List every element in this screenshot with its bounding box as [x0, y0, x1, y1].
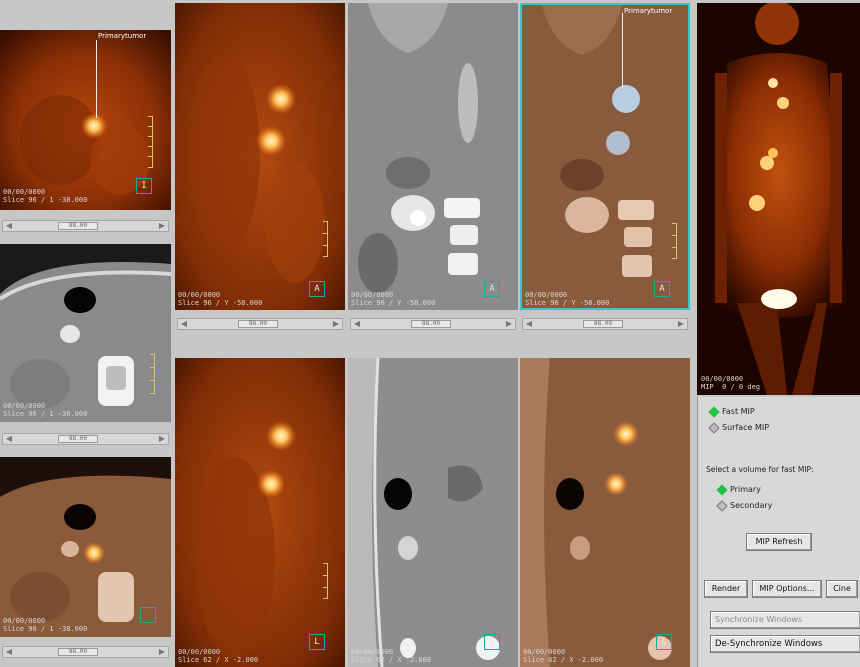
de-synchronize-windows-button[interactable]: De-Synchronize Windows: [710, 635, 860, 653]
scroll-right-icon[interactable]: ▶: [157, 648, 167, 656]
orientation-marker[interactable]: L: [309, 634, 325, 650]
scroll-thumb[interactable]: 88.00: [58, 648, 98, 656]
scroll-thumb[interactable]: 88.00: [58, 222, 98, 230]
orientation-marker[interactable]: A: [309, 281, 325, 297]
viewport-info: 00/00/0000 Slice 96 / 1 -38.000: [3, 188, 88, 204]
viewport-info: 00/00/0000 Slice 96 / Y -58.000: [178, 291, 263, 307]
scroll-thumb[interactable]: 88.00: [411, 320, 451, 328]
viewport-info: 00/00/0000 Slice 96 / Y -58.000: [351, 291, 436, 307]
radio-unselected-icon: [708, 421, 720, 434]
scroll-left-icon[interactable]: ◀: [352, 320, 362, 328]
select-volume-text: Select a volume for fast MIP:: [706, 465, 814, 474]
primary-radio[interactable]: Primary: [716, 483, 761, 496]
mip-options-button[interactable]: MIP Options...: [752, 580, 822, 598]
mip-control-panel: Fast MIP Surface MIP Select a volume for…: [697, 397, 860, 667]
orientation-marker[interactable]: A: [654, 281, 670, 297]
sagittal-ct-viewport[interactable]: 00/00/0000 Slice 62 / X -2.000 L: [348, 358, 518, 667]
coronal-ct-slice-scrollbar[interactable]: ◀ 88.00 ▶: [350, 318, 516, 330]
secondary-radio[interactable]: Secondary: [716, 499, 773, 512]
orientation-marker[interactable]: L: [484, 634, 500, 650]
radio-selected-icon: [708, 405, 720, 418]
orientation-marker[interactable]: [140, 607, 156, 623]
scale-ruler: [146, 116, 153, 168]
synchronize-windows-button[interactable]: Synchronize Windows: [710, 611, 860, 629]
coronal-pet-slice-scrollbar[interactable]: ◀ 88.00 ▶: [177, 318, 343, 330]
coronal-fused-slice-scrollbar[interactable]: ◀ 88.00 ▶: [522, 318, 688, 330]
tumor-annotation-label: Primarytumor: [624, 7, 673, 15]
scroll-thumb[interactable]: 88.00: [238, 320, 278, 328]
tumor-annotation-label: Primarytumor: [98, 32, 147, 40]
surface-mip-label: Surface MIP: [722, 423, 770, 432]
axial-pet-viewport[interactable]: Primarytumor 00/00/0000 Slice 96 / 1 -38…: [0, 30, 171, 210]
scroll-left-icon[interactable]: ◀: [4, 435, 14, 443]
axial-pet-slice-scrollbar[interactable]: ◀ 88.00 ▶: [2, 220, 169, 232]
viewport-info: 00/00/0000 Slice 96 / 1 -38.000: [3, 617, 88, 633]
fast-mip-label: Fast MIP: [722, 407, 755, 416]
radio-unselected-icon: [716, 499, 728, 512]
viewport-info: 00/00/0000 MIP 0 / 0 deg: [701, 375, 761, 391]
sagittal-fused-viewport[interactable]: 00/00/0000 Slice 62 / X -2.000 L: [520, 358, 690, 667]
coronal-pet-viewport[interactable]: 00/00/0000 Slice 96 / Y -58.000 A: [175, 3, 345, 310]
scroll-left-icon[interactable]: ◀: [4, 222, 14, 230]
sagittal-pet-viewport[interactable]: 00/00/0000 Slice 62 / X -2.000 L: [175, 358, 345, 667]
orientation-marker[interactable]: I: [136, 178, 152, 194]
axial-ct-viewport[interactable]: 00/00/0000 Slice 96 / 1 -38.000: [0, 244, 171, 422]
surface-mip-radio[interactable]: Surface MIP: [708, 421, 770, 434]
scroll-thumb[interactable]: 88.00: [58, 435, 98, 443]
viewport-info: 00/00/0000 Slice 62 / X -2.000: [523, 648, 604, 664]
scale-ruler: [321, 221, 328, 257]
scroll-left-icon[interactable]: ◀: [179, 320, 189, 328]
axial-fused-slice-scrollbar[interactable]: ◀ 88.00 ▶: [2, 646, 169, 658]
scale-ruler: [148, 354, 155, 394]
scroll-left-icon[interactable]: ◀: [4, 648, 14, 656]
cine-button[interactable]: Cine: [826, 580, 858, 598]
radio-selected-icon: [716, 483, 728, 496]
secondary-label: Secondary: [730, 501, 773, 510]
scroll-left-icon[interactable]: ◀: [524, 320, 534, 328]
orientation-marker[interactable]: L: [656, 634, 672, 650]
viewport-info: 00/00/0000 Slice 96 / Y -58.000: [525, 291, 610, 307]
orientation-marker[interactable]: A: [484, 281, 500, 297]
render-button[interactable]: Render: [704, 580, 748, 598]
axial-fused-viewport[interactable]: 00/00/0000 Slice 96 / 1 -38.000: [0, 457, 171, 637]
viewport-info: 00/00/0000 Slice 62 / X -2.000: [178, 648, 259, 664]
scroll-right-icon[interactable]: ▶: [676, 320, 686, 328]
scroll-right-icon[interactable]: ▶: [331, 320, 341, 328]
scroll-right-icon[interactable]: ▶: [504, 320, 514, 328]
viewport-info: 00/00/0000 Slice 96 / 1 -38.000: [3, 402, 88, 418]
scale-ruler: [670, 223, 677, 259]
scroll-thumb[interactable]: 88.00: [583, 320, 623, 328]
fast-mip-radio[interactable]: Fast MIP: [708, 405, 755, 418]
scale-ruler: [321, 563, 328, 599]
coronal-fused-viewport[interactable]: Primarytumor 00/00/0000 Slice 96 / Y -58…: [520, 3, 690, 310]
coronal-ct-viewport[interactable]: 00/00/0000 Slice 96 / Y -58.000 A: [348, 3, 518, 310]
mip-viewport[interactable]: 00/00/0000 MIP 0 / 0 deg: [697, 3, 860, 395]
mip-refresh-button[interactable]: MIP Refresh: [746, 533, 812, 551]
primary-label: Primary: [730, 485, 761, 494]
scroll-right-icon[interactable]: ▶: [157, 222, 167, 230]
axial-ct-slice-scrollbar[interactable]: ◀ 88.00 ▶: [2, 433, 169, 445]
scroll-right-icon[interactable]: ▶: [157, 435, 167, 443]
viewport-info: 00/00/0000 Slice 62 / X -2.000: [351, 648, 432, 664]
